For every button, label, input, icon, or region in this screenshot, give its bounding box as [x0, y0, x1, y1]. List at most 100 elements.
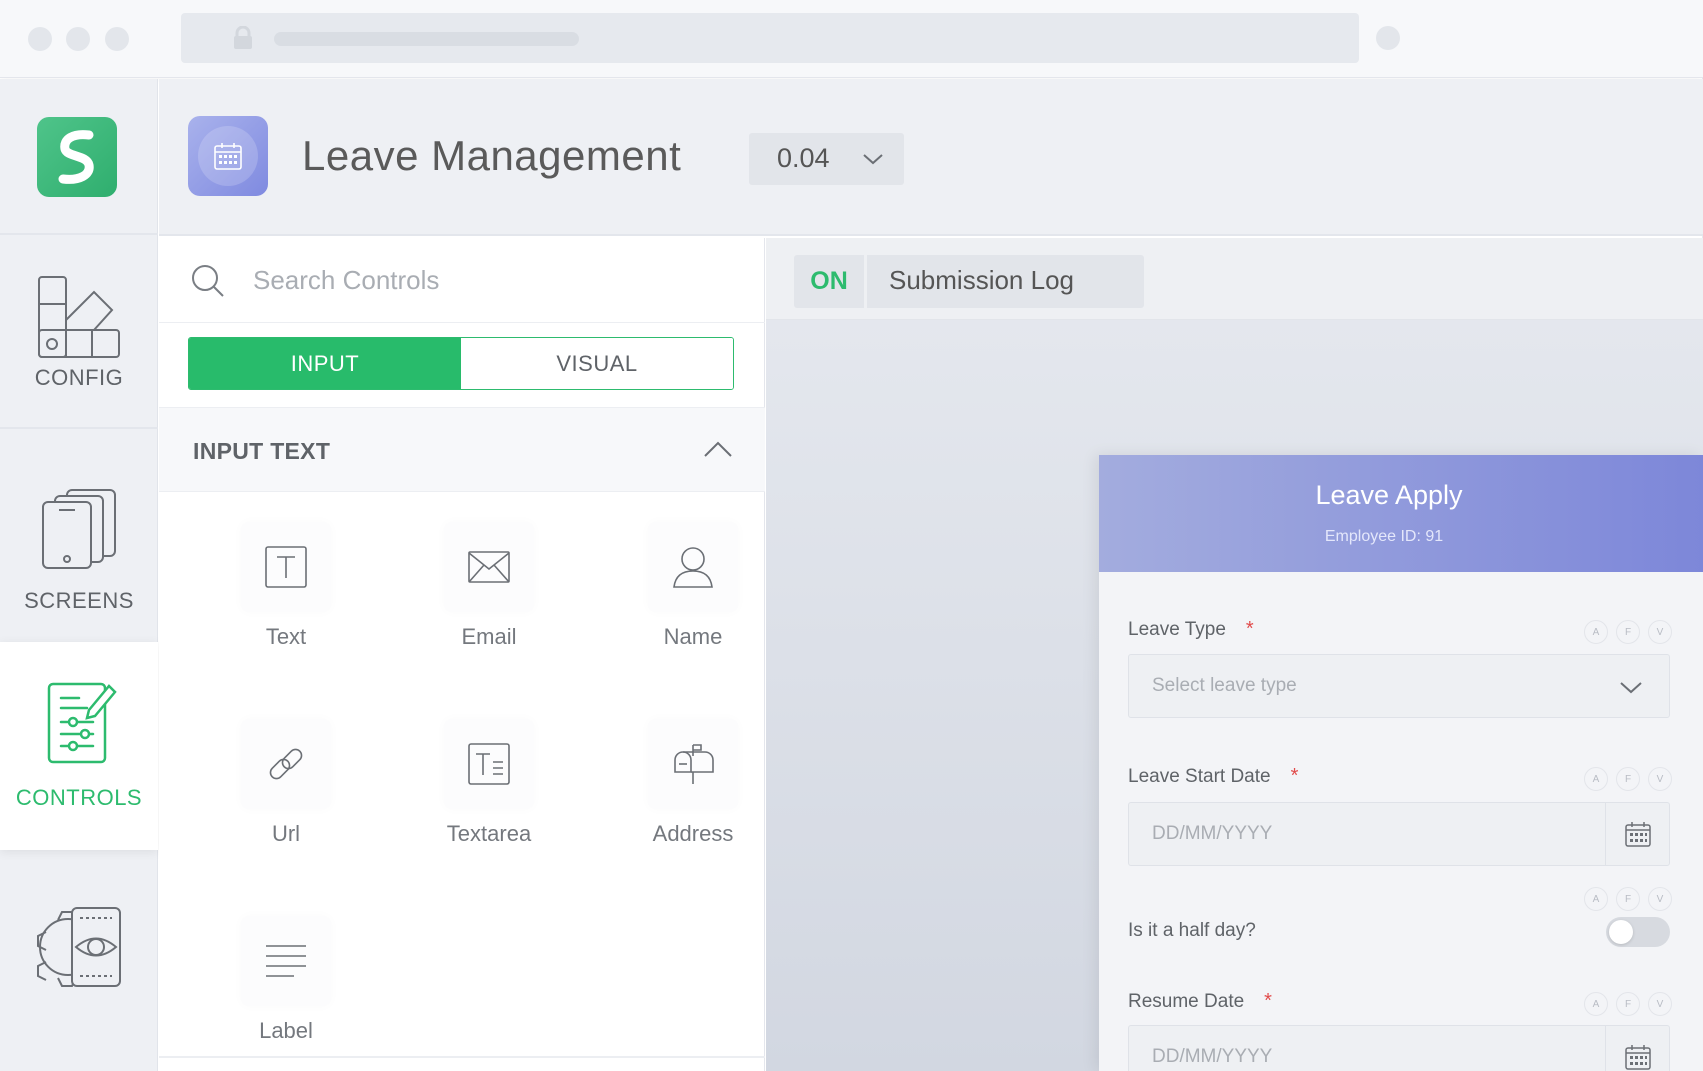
mailbox-icon — [674, 744, 714, 784]
badge-f[interactable]: F — [1616, 887, 1640, 911]
date-picker-button[interactable] — [1605, 1026, 1669, 1071]
panel-divider — [159, 1056, 765, 1058]
window-close-dot[interactable] — [28, 27, 52, 51]
control-tile-label: Address — [652, 821, 734, 846]
field-label-half-day: Is it a half day? — [1128, 920, 1256, 941]
required-marker: * — [1290, 765, 1299, 787]
preview-gear-icon — [37, 907, 121, 987]
rail-item-config[interactable]: CONFIG — [0, 274, 158, 391]
control-tile-name[interactable]: Name — [618, 522, 768, 650]
window-maximize-dot[interactable] — [105, 27, 129, 51]
field-label-resume-date: Resume Date * — [1128, 990, 1272, 1012]
form-title: Leave Apply — [1315, 480, 1463, 510]
left-rail: CONFIG SCREENS CONTROLS — [0, 79, 158, 1071]
rail-item-screens[interactable]: SCREENS — [0, 487, 158, 614]
leave-type-select[interactable]: Select leave type — [1128, 654, 1670, 718]
field-badges: A F V — [1584, 767, 1672, 791]
canvas-toolbar: ON Submission Log — [766, 238, 1703, 320]
badge-a[interactable]: A — [1584, 767, 1608, 791]
control-tile-url[interactable]: Url — [211, 719, 361, 847]
control-tile-label-control[interactable]: Label — [211, 916, 361, 1044]
chevron-up-icon — [704, 441, 732, 457]
submission-log-label: Submission Log — [889, 265, 1074, 295]
field-badges: A F V — [1584, 992, 1672, 1016]
rail-item-controls[interactable]: CONTROLS — [0, 642, 158, 850]
badge-v[interactable]: V — [1648, 620, 1672, 644]
section-header-input-text[interactable]: INPUT TEXT — [159, 407, 765, 492]
badge-f[interactable]: F — [1616, 767, 1640, 791]
browser-toolbar — [0, 0, 1703, 78]
rail-item-preview[interactable] — [0, 904, 158, 995]
chevron-down-icon — [1620, 682, 1642, 694]
leave-start-date-input[interactable]: DD/MM/YYYY — [1128, 802, 1670, 866]
required-marker: * — [1264, 990, 1272, 1012]
badge-f[interactable]: F — [1616, 992, 1640, 1016]
half-day-toggle[interactable] — [1606, 917, 1670, 947]
envelope-icon — [468, 551, 510, 583]
rail-divider — [0, 427, 158, 429]
window-minimize-dot[interactable] — [66, 27, 90, 51]
badge-a[interactable]: A — [1584, 887, 1608, 911]
logo-s-icon — [58, 130, 94, 184]
date-placeholder: DD/MM/YYYY — [1152, 823, 1273, 844]
control-tile-label: Url — [271, 821, 301, 846]
app-logo[interactable] — [37, 117, 117, 197]
control-tile-textarea[interactable]: Textarea — [414, 719, 564, 847]
browser-menu-dot[interactable] — [1376, 26, 1400, 50]
rail-item-label: CONTROLS — [15, 785, 143, 810]
chevron-down-icon — [863, 154, 883, 165]
submission-log-button[interactable]: Submission Log — [867, 255, 1144, 308]
badge-v[interactable]: V — [1648, 887, 1672, 911]
field-badges: A F V — [1584, 620, 1672, 644]
toggle-knob — [1609, 920, 1633, 944]
rail-divider — [0, 233, 158, 235]
date-placeholder: DD/MM/YYYY — [1152, 1046, 1273, 1067]
date-picker-button[interactable] — [1605, 803, 1669, 865]
control-tile-address[interactable]: Address — [618, 719, 768, 847]
field-label-leave-type: Leave Type * — [1128, 618, 1254, 640]
control-tile-email[interactable]: Email — [414, 522, 564, 650]
control-tile-label: Text — [265, 624, 307, 649]
controls-icon — [47, 682, 117, 764]
badge-a[interactable]: A — [1584, 620, 1608, 644]
badge-a[interactable]: A — [1584, 992, 1608, 1016]
textarea-icon — [468, 743, 510, 785]
link-icon — [269, 748, 303, 780]
text-box-icon — [265, 546, 307, 588]
config-icon — [38, 276, 120, 358]
select-placeholder: Select leave type — [1152, 675, 1297, 696]
search-row — [159, 238, 765, 323]
control-tile-text[interactable]: Text — [211, 522, 361, 650]
control-tile-label: Textarea — [446, 821, 532, 846]
field-label-leave-start-date: Leave Start Date * — [1128, 765, 1299, 787]
rail-item-label: CONFIG — [34, 365, 124, 390]
screens-icon — [42, 489, 116, 569]
tab-visual[interactable]: VISUAL — [461, 338, 733, 389]
version-value: 0.04 — [777, 143, 830, 173]
app-icon[interactable] — [188, 116, 268, 196]
badge-v[interactable]: V — [1648, 992, 1672, 1016]
lock-icon — [234, 26, 252, 49]
lines-icon — [266, 945, 306, 977]
form-subtitle: Employee ID: 91 — [1324, 528, 1444, 545]
version-select[interactable]: 0.04 — [749, 133, 904, 185]
calendar-icon — [1624, 1045, 1651, 1070]
badge-v[interactable]: V — [1648, 767, 1672, 791]
form-header: Leave Apply Employee ID: 91 — [1099, 455, 1703, 572]
search-input[interactable] — [253, 258, 733, 302]
badge-f[interactable]: F — [1616, 620, 1640, 644]
controls-panel: INPUT VISUAL INPUT TEXT Text — [159, 238, 765, 1071]
control-tile-label: Label — [259, 1018, 313, 1043]
control-tile-label: Name — [663, 624, 723, 649]
resume-date-input[interactable]: DD/MM/YYYY — [1128, 1025, 1670, 1071]
form-preview: Leave Apply Employee ID: 91 Leave Type * … — [1099, 455, 1703, 1071]
calendar-icon — [214, 143, 242, 170]
tab-input[interactable]: INPUT — [189, 338, 461, 389]
section-title: INPUT TEXT — [193, 438, 331, 464]
app-window: CONFIG SCREENS CONTROLS Leave Management… — [0, 0, 1703, 1071]
control-type-toggle: INPUT VISUAL — [188, 337, 734, 390]
field-badges: A F V — [1584, 887, 1672, 911]
address-placeholder-line — [274, 32, 579, 46]
search-icon — [192, 265, 224, 297]
status-toggle[interactable]: ON — [794, 255, 864, 308]
